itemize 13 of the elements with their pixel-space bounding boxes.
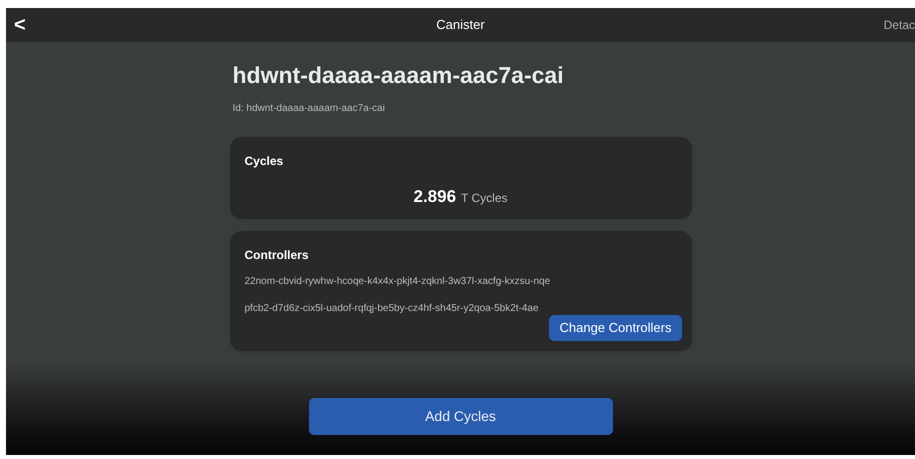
card-heading: Controllers [244, 246, 310, 264]
controller-id: 22nom-cbvid-rywhw-hcoqe-k4x4x-pkjt4-zqknl-3w37l-xacfg-kxzsu-nqe [244, 274, 552, 288]
cycles-unit: T Cycles [461, 190, 508, 206]
canister-name: hdwnt-daaaa-aaaam-aac7a-cai [232, 61, 565, 90]
add-cycles-button[interactable]: Add Cycles [308, 398, 612, 435]
page-title: Canister [436, 16, 485, 34]
cycles-amount: 2.896 [414, 186, 456, 208]
change-controllers-button[interactable]: Change Controllers [549, 314, 682, 340]
canister-id: Id: hdwnt-daaaa-aaaam-aac7a-cai [232, 102, 386, 116]
card-heading: Cycles [244, 152, 284, 170]
detach-button[interactable]: Detac [884, 16, 915, 34]
controller-id: pfcb2-d7d6z-cix5l-uadof-rqfqj-be5by-cz4hf-sh45r-y2qoa-5bk2t-4ae [244, 302, 540, 316]
back-button[interactable]: < [14, 15, 26, 35]
